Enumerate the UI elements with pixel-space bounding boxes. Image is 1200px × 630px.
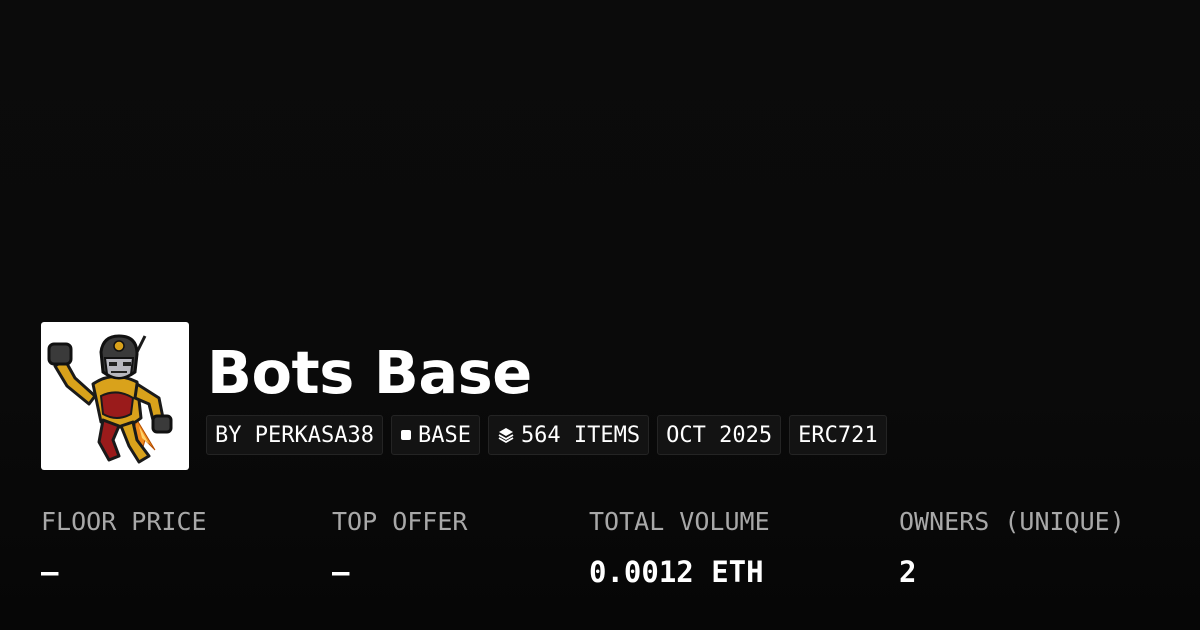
chain-label: BASE [417,422,471,448]
stat-top-offer: TOP OFFER – [332,505,467,589]
stat-value: 0.0012 ETH [589,555,764,589]
robot-superhero-icon [47,334,173,464]
stat-floor-price: FLOOR PRICE – [41,505,207,589]
stat-total-volume: TOTAL VOLUME 0.0012 ETH [589,505,770,589]
stat-value: 2 [899,555,917,589]
creator-tag[interactable]: BY PERKASA38 [206,415,383,455]
stat-label: TOP OFFER [332,507,468,536]
square-icon [400,429,412,441]
standard-label: ERC721 [798,422,878,448]
date-tag: OCT 2025 [657,415,782,455]
layers-icon [497,426,515,444]
stat-label: OWNERS (UNIQUE) [899,507,1125,536]
stat-owners: OWNERS (UNIQUE) 2 [899,505,1125,589]
chain-tag[interactable]: BASE [390,415,480,455]
collection-tags: BY PERKASA38 BASE 564 ITEMS OCT 2025 ERC… [206,415,887,455]
stat-label: TOTAL VOLUME [589,507,770,536]
collection-title: Bots Base [207,338,532,407]
stat-value: – [332,555,350,589]
creator-label: BY PERKASA38 [215,422,374,448]
stat-label: FLOOR PRICE [41,507,207,536]
standard-tag: ERC721 [789,415,887,455]
items-tag[interactable]: 564 ITEMS [487,415,650,455]
date-label: OCT 2025 [666,422,773,448]
collection-avatar [41,322,189,470]
items-label: 564 ITEMS [520,422,641,448]
stat-value: – [41,555,59,589]
